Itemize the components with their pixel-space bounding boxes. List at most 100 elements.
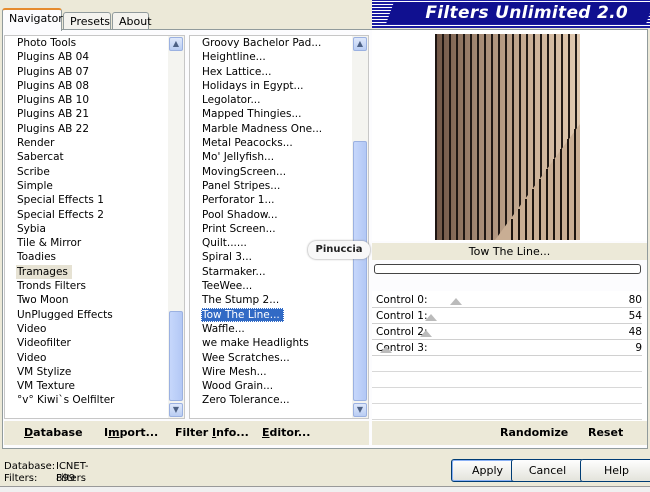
list-item-label: Panel Stripes... <box>202 179 281 192</box>
list-item[interactable]: Plugins AB 10 <box>5 93 168 107</box>
list-item[interactable]: Perforator 1... <box>190 193 352 207</box>
import-mnemonic: m <box>108 426 120 439</box>
list-item[interactable]: Plugins AB 04 <box>5 50 168 64</box>
list-item[interactable]: we make Headlights <box>190 336 352 350</box>
scroll-down-icon[interactable]: ▼ <box>353 403 367 417</box>
filter-scrollbar[interactable]: ▲ ▼ <box>352 36 368 418</box>
scroll-up-icon[interactable]: ▲ <box>169 37 183 51</box>
control-row-empty <box>372 373 642 388</box>
list-item[interactable]: Two Moon <box>5 293 168 307</box>
list-item[interactable]: VM Stylize <box>5 365 168 379</box>
control-row-0[interactable]: Control 0: 80 <box>372 293 642 308</box>
list-item-label: Wire Mesh... <box>202 365 267 378</box>
list-item[interactable]: Sabercat <box>5 150 168 164</box>
filter-scroll-thumb[interactable] <box>353 141 367 401</box>
list-item[interactable]: Render <box>5 136 168 150</box>
list-item[interactable]: Zero Tolerance... <box>190 393 352 407</box>
list-item[interactable]: Video <box>5 322 168 336</box>
list-item[interactable]: Photo Tools <box>5 36 168 50</box>
database-link[interactable]: Database <box>24 426 83 439</box>
list-item[interactable]: Hex Lattice... <box>190 65 352 79</box>
list-item-label: Scribe <box>17 165 50 178</box>
filter-info-link[interactable]: Filter Info... <box>175 426 249 439</box>
control-row-empty <box>372 389 642 404</box>
list-item-label: Print Screen... <box>202 222 276 235</box>
filter-listbox[interactable]: Groovy Bachelor Pad... Heightline... Hex L… <box>189 35 369 419</box>
list-item[interactable]: Plugins AB 08 <box>5 79 168 93</box>
editor-link[interactable]: Editor... <box>262 426 310 439</box>
list-item[interactable]: Starmaker... <box>190 265 352 279</box>
import-label: port... <box>119 426 159 439</box>
list-item[interactable]: Plugins AB 22 <box>5 122 168 136</box>
category-scroll-thumb[interactable] <box>169 311 183 401</box>
list-item[interactable]: Mapped Thingies... <box>190 107 352 121</box>
list-item-label: Mo' Jellyfish... <box>202 151 275 164</box>
list-item[interactable]: Groovy Bachelor Pad... <box>190 36 352 50</box>
list-item[interactable]: Holidays in Egypt... <box>190 79 352 93</box>
control-row-2[interactable]: Control 2: 48 <box>372 325 642 340</box>
list-item[interactable]: Tronds Filters <box>5 279 168 293</box>
scroll-down-icon[interactable]: ▼ <box>169 403 183 417</box>
help-button[interactable]: Help <box>580 459 650 482</box>
list-item-label: Video <box>17 351 47 364</box>
slider-thumb-icon[interactable] <box>450 298 462 305</box>
filters-info: Filters: 899 <box>4 473 75 485</box>
list-item[interactable]: °v° Kiwi`s Oelfilter <box>5 393 168 407</box>
control-value: 80 <box>628 294 642 306</box>
editor-label: ditor... <box>269 426 311 439</box>
list-item[interactable]: Simple <box>5 179 168 193</box>
list-item[interactable]: Videofilter <box>5 336 168 350</box>
list-item[interactable]: Mo' Jellyfish... <box>190 150 352 164</box>
list-item[interactable]: Pool Shadow... <box>190 208 352 222</box>
list-item[interactable]: Scribe <box>5 165 168 179</box>
list-item[interactable]: Sybia <box>5 222 168 236</box>
list-item[interactable]: Toadies <box>5 250 168 264</box>
list-item-label: Pool Shadow... <box>202 208 278 221</box>
list-item[interactable]: Panel Stripes... <box>190 179 352 193</box>
list-item-label: Tramages <box>16 264 72 280</box>
import-link[interactable]: Import... <box>104 426 158 439</box>
category-scrollbar[interactable]: ▲ ▼ <box>168 36 184 418</box>
list-item-label: Starmaker... <box>202 265 266 278</box>
list-item-label: Sabercat <box>17 151 64 164</box>
list-item[interactable]: Special Effects 2 <box>5 208 168 222</box>
list-item[interactable]: Plugins AB 07 <box>5 65 168 79</box>
list-item[interactable]: Special Effects 1 <box>5 193 168 207</box>
list-item[interactable]: Wood Grain... <box>190 379 352 393</box>
control-row-1[interactable]: Control 1: 54 <box>372 309 642 324</box>
list-item[interactable]: Plugins AB 21 <box>5 107 168 121</box>
list-item[interactable]: VM Texture <box>5 379 168 393</box>
list-item[interactable]: Tow The Line... <box>190 307 352 322</box>
slider-thumb-icon[interactable] <box>425 314 437 321</box>
control-row-3[interactable]: Control 3: 9 <box>372 341 642 356</box>
tab-about[interactable]: About <box>112 12 152 30</box>
database-label: atabase <box>33 426 83 439</box>
category-listbox[interactable]: Photo Tools Plugins AB 04 Plugins AB 07 Plu… <box>4 35 185 419</box>
slider-thumb-icon[interactable] <box>380 346 392 353</box>
tab-presets[interactable]: Presets <box>63 12 111 30</box>
list-item[interactable]: Print Screen... <box>190 222 352 236</box>
list-item[interactable]: TeeWee... <box>190 279 352 293</box>
slider-thumb-icon[interactable] <box>420 330 432 337</box>
list-item[interactable]: Legolator... <box>190 93 352 107</box>
tab-navigator[interactable]: Navigator <box>2 8 63 31</box>
list-item[interactable]: UnPlugged Effects <box>5 308 168 322</box>
list-item[interactable]: Tile & Mirror <box>5 236 168 250</box>
list-item[interactable]: Metal Peacocks... <box>190 136 352 150</box>
list-item[interactable]: MovingScreen... <box>190 165 352 179</box>
list-item[interactable]: Heightline... <box>190 50 352 64</box>
scroll-up-icon[interactable]: ▲ <box>353 37 367 51</box>
list-item-label: Plugins AB 21 <box>17 108 90 121</box>
list-item-label: VM Texture <box>17 380 76 393</box>
list-item[interactable]: Wire Mesh... <box>190 365 352 379</box>
list-item[interactable]: Waffle... <box>190 322 352 336</box>
list-item[interactable]: Marble Madness One... <box>190 122 352 136</box>
list-item[interactable]: Video <box>5 351 168 365</box>
list-item-label: The Stump 2... <box>202 294 280 307</box>
list-item[interactable]: Tramages <box>5 264 168 280</box>
cancel-button[interactable]: Cancel <box>511 459 584 482</box>
list-item[interactable]: Wee Scratches... <box>190 351 352 365</box>
list-item[interactable]: The Stump 2... <box>190 293 352 307</box>
randomize-button[interactable]: Randomize <box>500 426 568 439</box>
reset-button[interactable]: Reset <box>588 426 623 439</box>
